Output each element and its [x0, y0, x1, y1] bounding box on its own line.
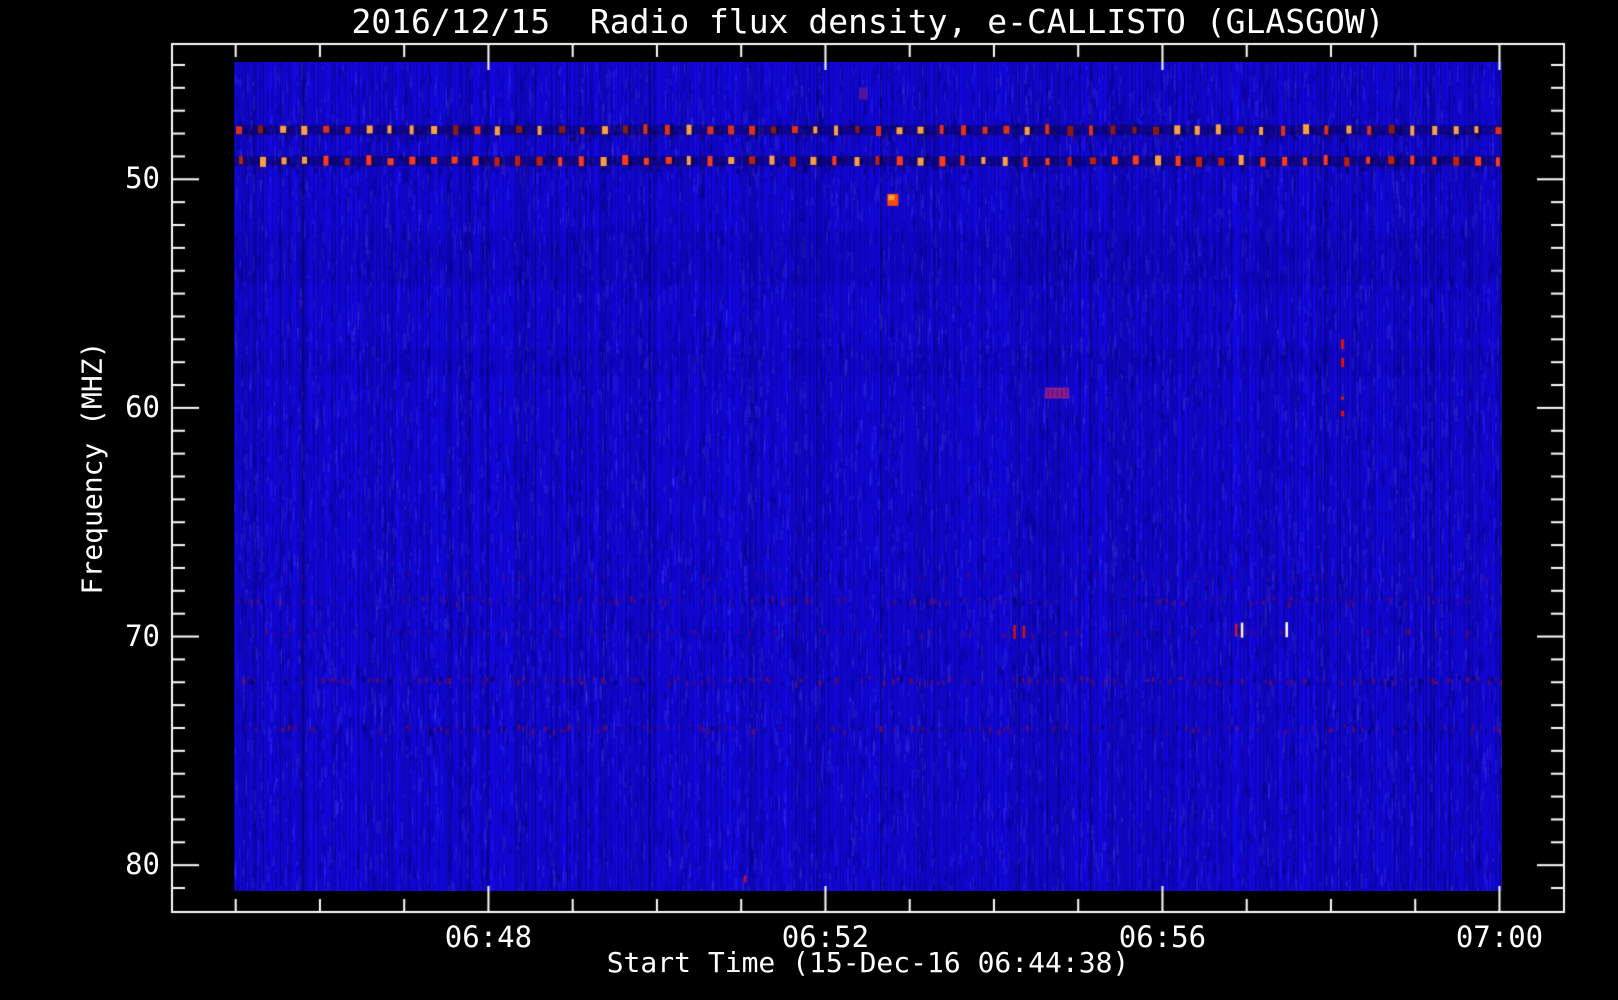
y-tick-label: 70 — [125, 618, 160, 653]
y-tick-label: 80 — [125, 847, 160, 882]
spectrogram-window: 2016/12/15 Radio flux density, e-CALLIST… — [0, 0, 1618, 1000]
axes-frame — [0, 0, 1618, 1000]
y-tick-label: 50 — [125, 161, 160, 196]
x-axis-title: Start Time (15-Dec-16 06:44:38) — [606, 946, 1130, 979]
y-axis-title: Frequency (MHZ) — [75, 341, 109, 595]
